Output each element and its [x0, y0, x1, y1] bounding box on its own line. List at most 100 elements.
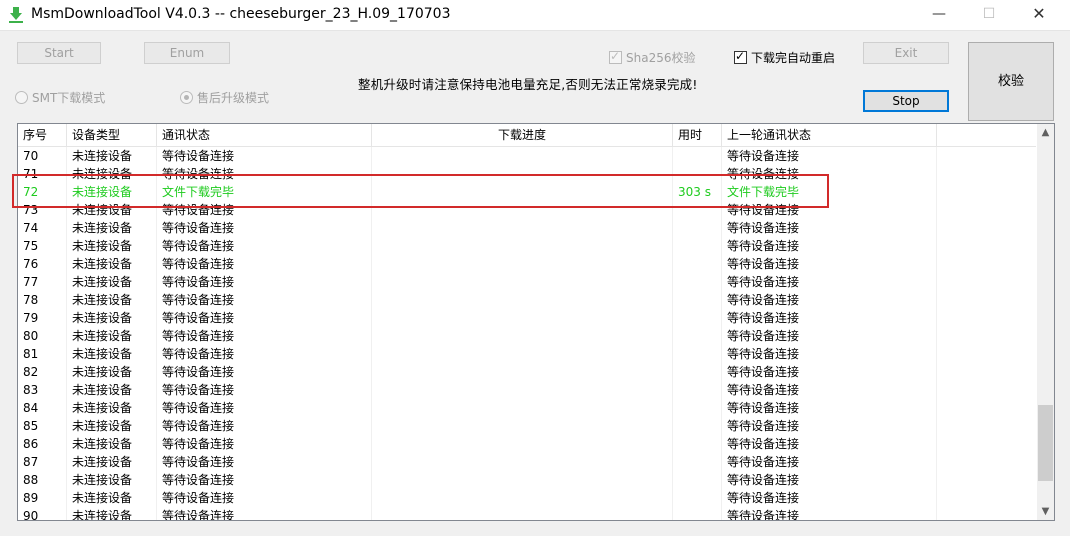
sha256-checkbox[interactable]: ✓ Sha256校验	[609, 49, 695, 65]
cell-time	[673, 435, 722, 453]
scroll-thumb[interactable]	[1038, 405, 1053, 481]
cell-comm-status: 等待设备连接	[162, 239, 235, 253]
cell-prev-status: 等待设备连接	[727, 473, 800, 487]
table-row[interactable]: 74 未连接设备 等待设备连接 等待设备连接	[18, 219, 1036, 237]
column-header-prev-status[interactable]: 上一轮通讯状态	[722, 124, 937, 146]
table-row[interactable]: 82 未连接设备 等待设备连接 等待设备连接	[18, 363, 1036, 381]
column-header-index[interactable]: 序号	[18, 124, 67, 146]
table-row[interactable]: 87 未连接设备 等待设备连接 等待设备连接	[18, 453, 1036, 471]
column-header-device-type[interactable]: 设备类型	[67, 124, 157, 146]
check-icon: ✓	[610, 48, 621, 63]
auto-reboot-label: 下载完自动重启	[751, 50, 836, 65]
cell-index: 84	[23, 401, 39, 415]
column-header-time[interactable]: 用时	[673, 124, 722, 146]
table-row[interactable]: 70 未连接设备 等待设备连接 等待设备连接	[18, 147, 1036, 165]
vertical-scrollbar[interactable]: ▲ ▼	[1037, 124, 1054, 520]
table-row[interactable]: 78 未连接设备 等待设备连接 等待设备连接	[18, 291, 1036, 309]
cell-index: 83	[23, 383, 39, 397]
upgrade-mode-radio[interactable]: 售后升级模式	[180, 89, 269, 105]
cell-comm-status: 等待设备连接	[162, 257, 235, 271]
cell-index: 78	[23, 293, 39, 307]
cell-device-type: 未连接设备	[72, 455, 133, 469]
cell-comm-status: 等待设备连接	[162, 221, 235, 235]
table-row[interactable]: 89 未连接设备 等待设备连接 等待设备连接	[18, 489, 1036, 507]
cell-prev-status: 等待设备连接	[727, 275, 800, 289]
cell-device-type: 未连接设备	[72, 329, 133, 343]
cell-time	[673, 219, 722, 237]
highlight-annotation-box	[12, 174, 829, 208]
table-row[interactable]: 76 未连接设备 等待设备连接 等待设备连接	[18, 255, 1036, 273]
cell-device-type: 未连接设备	[72, 401, 133, 415]
table-row[interactable]: 83 未连接设备 等待设备连接 等待设备连接	[18, 381, 1036, 399]
cell-comm-status: 等待设备连接	[162, 347, 235, 361]
cell-index: 70	[23, 149, 39, 163]
cell-device-type: 未连接设备	[72, 473, 133, 487]
cell-time	[673, 471, 722, 489]
cell-time	[673, 453, 722, 471]
scroll-down-icon[interactable]: ▼	[1037, 503, 1054, 520]
table-row[interactable]: 86 未连接设备 等待设备连接 等待设备连接	[18, 435, 1036, 453]
cell-device-type: 未连接设备	[72, 419, 133, 433]
cell-comm-status: 等待设备连接	[162, 149, 235, 163]
cell-progress	[372, 417, 673, 435]
cell-progress	[372, 309, 673, 327]
cell-index: 87	[23, 455, 39, 469]
cell-progress	[372, 363, 673, 381]
cell-index: 88	[23, 473, 39, 487]
cell-index: 85	[23, 419, 39, 433]
cell-index: 76	[23, 257, 39, 271]
cell-time	[673, 345, 722, 363]
cell-comm-status: 等待设备连接	[162, 491, 235, 505]
cell-prev-status: 等待设备连接	[727, 365, 800, 379]
table-row[interactable]: 80 未连接设备 等待设备连接 等待设备连接	[18, 327, 1036, 345]
cell-index: 82	[23, 365, 39, 379]
cell-time	[673, 417, 722, 435]
cell-comm-status: 等待设备连接	[162, 473, 235, 487]
cell-time	[673, 237, 722, 255]
cell-time	[673, 327, 722, 345]
maximize-button[interactable]: ☐	[966, 0, 1012, 30]
close-button[interactable]: ✕	[1016, 0, 1062, 30]
auto-reboot-checkbox[interactable]: ✓ 下载完自动重启	[734, 49, 835, 65]
cell-comm-status: 等待设备连接	[162, 329, 235, 343]
cell-device-type: 未连接设备	[72, 221, 133, 235]
cell-device-type: 未连接设备	[72, 293, 133, 307]
smt-mode-radio[interactable]: SMT下载模式	[15, 89, 105, 105]
table-row[interactable]: 85 未连接设备 等待设备连接 等待设备连接	[18, 417, 1036, 435]
cell-device-type: 未连接设备	[72, 365, 133, 379]
cell-prev-status: 等待设备连接	[727, 311, 800, 325]
cell-time	[673, 147, 722, 165]
cell-time	[673, 273, 722, 291]
minimize-button[interactable]: —	[916, 0, 962, 30]
enum-button[interactable]: Enum	[144, 42, 230, 64]
table-row[interactable]: 77 未连接设备 等待设备连接 等待设备连接	[18, 273, 1036, 291]
cell-time	[673, 309, 722, 327]
exit-button[interactable]: Exit	[863, 42, 949, 64]
cell-time	[673, 363, 722, 381]
cell-progress	[372, 327, 673, 345]
cell-device-type: 未连接设备	[72, 347, 133, 361]
cell-comm-status: 等待设备连接	[162, 293, 235, 307]
start-button[interactable]: Start	[17, 42, 101, 64]
table-row[interactable]: 90 未连接设备 等待设备连接 等待设备连接	[18, 507, 1036, 521]
cell-prev-status: 等待设备连接	[727, 491, 800, 505]
table-row[interactable]: 84 未连接设备 等待设备连接 等待设备连接	[18, 399, 1036, 417]
cell-index: 90	[23, 509, 39, 521]
cell-comm-status: 等待设备连接	[162, 437, 235, 451]
title-bar: MsmDownloadTool V4.0.3 -- cheeseburger_2…	[0, 0, 1070, 31]
verify-button[interactable]: 校验	[968, 42, 1054, 121]
scroll-up-icon[interactable]: ▲	[1037, 124, 1054, 141]
stop-button[interactable]: Stop	[863, 90, 949, 112]
table-row[interactable]: 88 未连接设备 等待设备连接 等待设备连接	[18, 471, 1036, 489]
cell-progress	[372, 345, 673, 363]
table-row[interactable]: 75 未连接设备 等待设备连接 等待设备连接	[18, 237, 1036, 255]
column-header-progress[interactable]: 下载进度	[372, 124, 673, 146]
table-row[interactable]: 79 未连接设备 等待设备连接 等待设备连接	[18, 309, 1036, 327]
table-row[interactable]: 81 未连接设备 等待设备连接 等待设备连接	[18, 345, 1036, 363]
cell-time	[673, 507, 722, 520]
cell-comm-status: 等待设备连接	[162, 401, 235, 415]
cell-time	[673, 381, 722, 399]
cell-prev-status: 等待设备连接	[727, 455, 800, 469]
cell-index: 80	[23, 329, 39, 343]
column-header-comm-status[interactable]: 通讯状态	[157, 124, 372, 146]
